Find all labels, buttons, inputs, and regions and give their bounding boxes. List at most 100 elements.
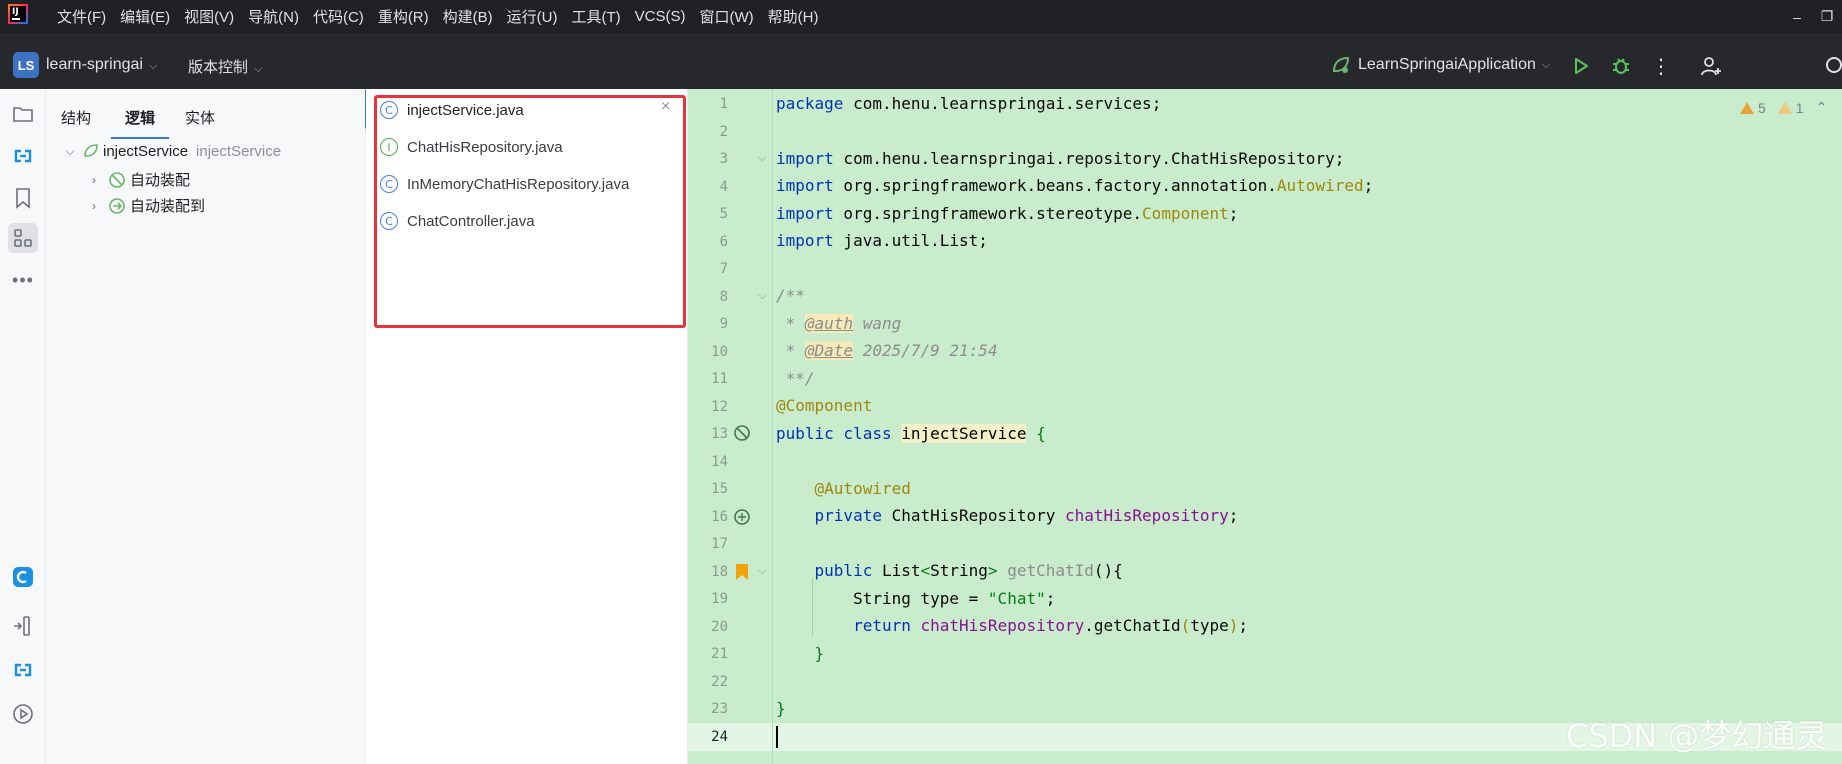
comment-text: wang	[853, 314, 902, 333]
code-text: (	[1180, 616, 1191, 635]
code-text: com.henu.learnspringai.repository.ChatHi…	[833, 149, 1345, 168]
pull-requests-button[interactable]	[8, 611, 38, 641]
more-actions-button[interactable]: ⋮	[1648, 53, 1674, 79]
debug-button[interactable]	[1608, 53, 1634, 79]
tab-structure[interactable]: 结构	[61, 107, 91, 128]
main-toolbar	[0, 33, 1842, 89]
string-literal: "Chat"	[987, 589, 1046, 608]
pull-request-icon	[14, 616, 30, 636]
bookmark-gutter-icon[interactable]	[735, 563, 749, 581]
tab-logic[interactable]: 逻辑	[125, 107, 155, 128]
fold-chevron-icon[interactable]: ⌵	[758, 565, 766, 578]
chevron-down-icon: ⌵	[1541, 58, 1551, 71]
file-name: InMemoryChatHisRepository.java	[407, 175, 630, 193]
run-configuration-selector[interactable]: LearnSpringaiApplication ⌵	[1330, 54, 1550, 76]
menu-tools[interactable]: 工具(T)	[571, 6, 620, 27]
bookmarks-tool-button[interactable]	[8, 183, 38, 213]
autowire-target-icon	[109, 197, 125, 214]
line-number: 12	[711, 399, 728, 415]
play-icon	[1575, 58, 1588, 74]
codegeex-chat-button[interactable]	[8, 562, 38, 592]
close-icon[interactable]: ×	[661, 98, 670, 116]
line-number: 7	[719, 261, 728, 277]
autowired-gutter-icon[interactable]	[732, 507, 752, 527]
line-number: 8	[719, 289, 728, 305]
services-tool-button[interactable]	[8, 699, 38, 729]
tree-root-row[interactable]: ⌵ injectService injectService	[62, 142, 281, 160]
type-name: String	[930, 561, 988, 580]
menu-code[interactable]: 代码(C)	[313, 6, 364, 27]
line-number: 18	[711, 564, 728, 580]
codegeex-bottom-button[interactable]	[8, 655, 38, 685]
structure-tool-button[interactable]	[8, 223, 38, 253]
tab-entity[interactable]: 实体	[185, 107, 215, 128]
warning-icon	[1740, 101, 1754, 114]
file-name: ChatHisRepository.java	[407, 138, 563, 156]
tree-item-autowired[interactable]: › 自动装配	[86, 169, 190, 190]
search-button[interactable]	[1822, 53, 1842, 79]
inspection-widget[interactable]: 5 1 ⌃	[1740, 99, 1827, 116]
project-selector[interactable]: learn-springai ⌵	[46, 56, 157, 74]
fold-chevron-icon[interactable]: ⌵	[758, 152, 766, 165]
codegeex-tool-button[interactable]	[8, 141, 38, 171]
chevron-down-icon[interactable]: ⌵	[62, 144, 78, 159]
bug-icon	[1613, 58, 1629, 74]
code-text: .getChatId	[1084, 616, 1181, 635]
bookmark-icon	[16, 188, 30, 209]
code-line-19: String type = "Chat";	[776, 589, 1055, 608]
more-tools-button[interactable]: •••	[8, 265, 38, 295]
file-item-chat-controller[interactable]: C ChatController.java	[380, 212, 535, 230]
code-line-20: return chatHisRepository.getChatId(type)…	[776, 616, 1248, 635]
tree-item-autowired-to[interactable]: › 自动装配到	[86, 195, 205, 216]
line-number: 1	[719, 96, 728, 112]
minimize-button[interactable]: –	[1782, 9, 1812, 25]
menu-navigate[interactable]: 导航(N)	[248, 6, 299, 27]
vcs-selector[interactable]: 版本控制 ⌵	[188, 56, 262, 77]
run-config-name: LearnSpringaiApplication	[1358, 56, 1536, 73]
line-number: 11	[711, 371, 728, 387]
search-icon	[1826, 57, 1842, 73]
keyword: import	[776, 149, 834, 168]
menu-help[interactable]: 帮助(H)	[768, 6, 819, 27]
code-line-12: @Component	[776, 396, 873, 415]
menu-edit[interactable]: 编辑(E)	[120, 6, 170, 27]
file-item-in-memory-repository[interactable]: C InMemoryChatHisRepository.java	[380, 175, 629, 193]
menu-build[interactable]: 构建(B)	[443, 6, 493, 27]
main-menu: 文件(F) 编辑(E) 视图(V) 导航(N) 代码(C) 重构(R) 构建(B…	[57, 0, 832, 33]
line-number: 16	[711, 509, 728, 525]
menu-run[interactable]: 运行(U)	[507, 6, 558, 27]
fold-chevron-icon[interactable]: ⌵	[758, 290, 766, 303]
menu-view[interactable]: 视图(V)	[184, 6, 234, 27]
menu-refactor[interactable]: 重构(R)	[378, 6, 429, 27]
restore-button[interactable]: ❐	[1812, 8, 1842, 25]
code-text: ;	[1238, 616, 1249, 635]
chevron-right-icon[interactable]: ›	[86, 173, 102, 187]
project-tool-button[interactable]	[8, 99, 38, 129]
vcs-label: 版本控制	[188, 59, 249, 76]
tree-item-label: 自动装配	[130, 172, 191, 189]
line-number: 10	[711, 344, 728, 360]
line-number: 21	[711, 646, 728, 662]
menu-window[interactable]: 窗口(W)	[699, 6, 753, 27]
run-button[interactable]	[1568, 53, 1594, 79]
chevron-up-icon[interactable]: ⌃	[1816, 99, 1828, 116]
code-line-4: import org.springframework.beans.factory…	[776, 176, 1373, 195]
menu-file[interactable]: 文件(F)	[57, 6, 106, 27]
tree-item-label: 自动装配到	[130, 198, 206, 215]
menu-vcs[interactable]: VCS(S)	[635, 8, 686, 25]
intellij-logo-icon[interactable]: IJ	[8, 4, 28, 24]
project-badge[interactable]: LS	[13, 52, 39, 78]
file-name: ChatController.java	[407, 212, 535, 230]
code-text: ;	[1045, 589, 1056, 608]
code-text: org.springframework.beans.factory.annota…	[833, 176, 1277, 195]
file-item-chat-his-repository[interactable]: I ChatHisRepository.java	[380, 138, 563, 156]
add-user-button[interactable]	[1698, 53, 1724, 79]
chevron-right-icon[interactable]: ›	[86, 199, 102, 213]
file-item-inject-service[interactable]: C injectService.java	[380, 101, 524, 119]
method-name: getChatId	[1007, 561, 1094, 580]
line-number: 5	[719, 206, 728, 222]
autowire-icon	[109, 171, 125, 188]
spring-bean-gutter-icon[interactable]	[732, 423, 752, 443]
code-line-1: package com.henu.learnspringai.services;	[776, 94, 1161, 113]
active-tab-indicator	[111, 137, 169, 139]
